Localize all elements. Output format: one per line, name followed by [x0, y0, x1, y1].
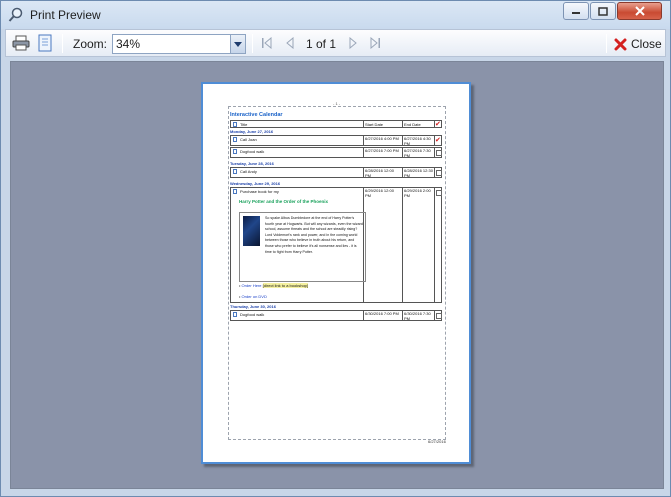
- day-header: Monday, June 27, 2016: [230, 129, 274, 134]
- book-cover-image: [243, 216, 260, 246]
- column-title: Title: [240, 122, 248, 127]
- document-icon: [233, 169, 237, 174]
- column-start-date: Start Date: [365, 122, 384, 127]
- close-icon: [634, 6, 645, 16]
- checkmark-icon: ✔: [435, 121, 441, 128]
- print-preview-window: Print Preview Zoom: 34% 1 of 1 Close - 1…: [0, 0, 671, 497]
- close-x-icon: [614, 38, 627, 50]
- table-row: Dogfood walk 6/30/2016 7:00 PM 6/30/2016…: [230, 310, 442, 321]
- complete-checkbox: [436, 170, 442, 176]
- last-page-icon: [370, 37, 380, 49]
- print-button[interactable]: [10, 33, 32, 53]
- chevron-down-icon: [234, 41, 242, 47]
- close-button[interactable]: Close: [614, 34, 662, 54]
- event-start: 6/28/2016 12:00 PM: [365, 168, 394, 178]
- toolbar: Zoom: 34% 1 of 1 Close: [5, 29, 666, 57]
- next-page-icon: [349, 37, 357, 49]
- order-dvd-link: • Order on DVD: [239, 294, 267, 299]
- event-start: 6/27/2016 7:00 PM: [365, 148, 399, 153]
- complete-checkbox: [436, 190, 442, 196]
- footer-date: 6/27/2016: [428, 439, 446, 444]
- checkmark-icon: ✔: [435, 137, 441, 144]
- document-icon: [233, 312, 237, 317]
- column-end-date: End Date: [404, 122, 421, 127]
- event-end: 6/30/2016 7:30 PM: [404, 311, 431, 321]
- window-close-button[interactable]: [617, 2, 662, 20]
- maximize-button[interactable]: [590, 2, 616, 20]
- table-row: Call Joan 6/27/2016 4:00 PM 6/27/2016 4:…: [230, 135, 442, 146]
- zoom-value: 34%: [116, 37, 141, 51]
- book-info-box: So spake Albus Dumbledore at the end of …: [239, 212, 366, 282]
- window-title: Print Preview: [30, 8, 101, 22]
- next-page-button[interactable]: [342, 33, 364, 53]
- toolbar-separator: [62, 34, 63, 53]
- first-page-icon: [262, 37, 272, 49]
- document-icon: [233, 189, 237, 194]
- event-title: Dogfood walk: [240, 149, 265, 154]
- preview-area[interactable]: - 1 - Interactive Calendar Title Start D…: [10, 61, 664, 489]
- minimize-button[interactable]: [563, 2, 589, 20]
- document-icon: [233, 122, 237, 127]
- document-icon: [233, 137, 237, 142]
- previous-page-icon: [286, 37, 294, 49]
- page-setup-button[interactable]: [34, 33, 56, 53]
- previous-page-button[interactable]: [279, 33, 301, 53]
- event-end: 6/27/2016 7:30 PM: [404, 148, 431, 158]
- event-end: 6/29/2016 2:00 PM: [404, 188, 431, 198]
- zoom-select[interactable]: 34%: [112, 34, 246, 54]
- book-blurb: So spake Albus Dumbledore at the end of …: [265, 216, 363, 254]
- table-row: Dogfood walk 6/27/2016 7:00 PM 6/27/2016…: [230, 147, 442, 158]
- event-start: 6/29/2016 12:00 PM: [365, 188, 394, 198]
- calendar-heading: Interactive Calendar: [230, 112, 283, 118]
- event-end: 6/27/2016 4:30 PM: [404, 136, 431, 146]
- title-bar: Print Preview: [1, 1, 670, 29]
- page-setup-icon: [38, 34, 52, 52]
- day-header: Wednesday, June 29, 2016: [230, 181, 281, 186]
- event-title: Dogfood walk: [240, 312, 265, 317]
- close-label: Close: [631, 37, 662, 51]
- order-dvd-text: Order on DVD: [241, 294, 267, 299]
- column-header-row: Title Start Date End Date ✔: [230, 120, 442, 128]
- day-header: Thursday, June 30, 2016: [230, 304, 276, 309]
- page-number: - 1 -: [333, 101, 341, 106]
- order-here-link: • Order Here [direct link to a bookshop]: [239, 283, 309, 288]
- event-start: 6/27/2016 4:00 PM: [365, 136, 399, 141]
- magnifier-icon: [8, 7, 23, 22]
- book-title: Harry Potter and the Order of the Phoeni…: [239, 199, 329, 204]
- event-start: 6/30/2016 7:00 PM: [365, 311, 399, 316]
- maximize-icon: [598, 6, 608, 16]
- table-row: Call Andy 6/28/2016 12:00 PM 6/28/2016 1…: [230, 167, 442, 178]
- last-page-button[interactable]: [364, 33, 386, 53]
- zoom-label: Zoom:: [73, 37, 108, 51]
- order-here-note: [direct link to a bookshop]: [262, 283, 309, 288]
- complete-checkbox: [436, 313, 442, 319]
- first-page-button[interactable]: [256, 33, 278, 53]
- event-end: 6/28/2016 12:30 PM: [404, 168, 433, 178]
- order-here-text: Order Here: [241, 283, 262, 288]
- document-icon: [233, 149, 237, 154]
- page-count: 1 of 1: [306, 37, 337, 51]
- preview-page: - 1 - Interactive Calendar Title Start D…: [201, 82, 471, 464]
- complete-checkbox: [436, 150, 442, 156]
- zoom-dropdown-button[interactable]: [230, 35, 245, 53]
- day-header: Tuesday, June 28, 2016: [230, 161, 274, 166]
- event-title: Call Joan: [240, 137, 257, 142]
- toolbar-separator: [252, 34, 253, 53]
- printer-icon: [12, 35, 30, 51]
- event-title: Call Andy: [240, 169, 257, 174]
- toolbar-separator: [606, 34, 607, 53]
- minimize-icon: [572, 12, 580, 14]
- event-title: Purchase book for my: [240, 189, 279, 194]
